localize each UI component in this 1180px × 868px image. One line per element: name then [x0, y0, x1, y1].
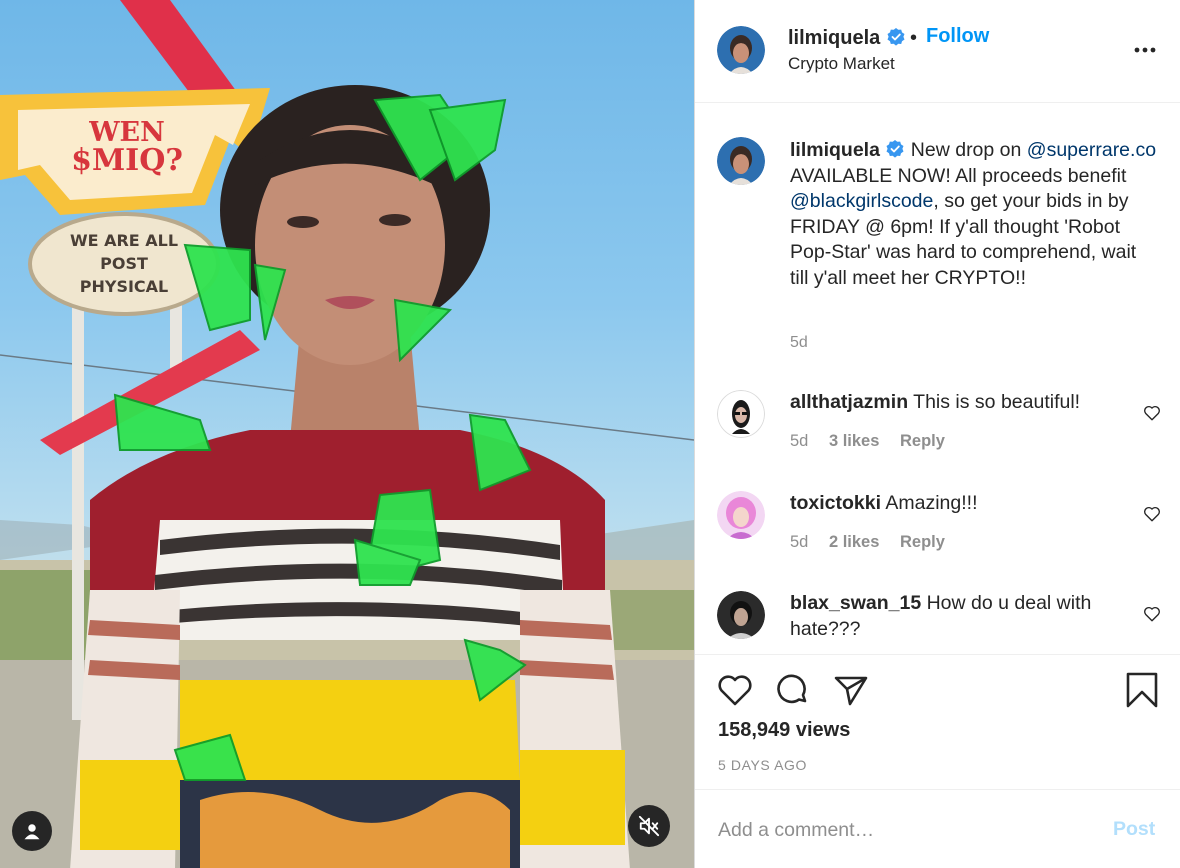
- sign-text-line5: PHYSICAL: [80, 277, 169, 296]
- comment-text: allthatjazmin This is so beautiful!: [790, 390, 1130, 416]
- comment-text: toxictokki Amazing!!!: [790, 491, 1130, 517]
- sign-text-line3: WE ARE ALL: [70, 231, 178, 250]
- sign-text-line4: POST: [100, 254, 148, 273]
- commenter-username[interactable]: toxictokki: [790, 492, 881, 514]
- verified-badge-icon: [886, 140, 904, 158]
- post-caption: lilmiquela New drop on @superrare.co AVA…: [790, 138, 1160, 291]
- comment-bubble-icon[interactable]: [774, 671, 812, 709]
- sign-text-line2: $MIQ?: [71, 143, 183, 178]
- comment-meta: 5d 3 likes Reply: [790, 432, 961, 451]
- commenter-avatar[interactable]: [717, 390, 765, 438]
- post-side-panel: lilmiquela • Follow Crypto Market lilmiq…: [694, 0, 1180, 868]
- comment-text: blax_swan_15 How do u deal with hate???: [790, 591, 1130, 642]
- post-timestamp[interactable]: 5 DAYS AGO: [718, 757, 807, 773]
- user-icon: [24, 824, 40, 840]
- post-header: lilmiquela • Follow Crypto Market: [695, 0, 1180, 103]
- caption-text: AVAILABLE NOW! All proceeds benefit: [790, 164, 1127, 187]
- tagged-users-button[interactable]: [12, 811, 52, 851]
- verified-badge-icon: [887, 28, 905, 46]
- mute-toggle-button[interactable]: [628, 805, 670, 847]
- post-media[interactable]: WEN $MIQ? WE ARE ALL POST PHYSICAL: [0, 0, 694, 868]
- commenter-avatar[interactable]: [717, 491, 765, 539]
- more-options-icon[interactable]: [1131, 36, 1159, 64]
- caption-author-avatar[interactable]: [717, 137, 765, 185]
- post-comment-button[interactable]: Post: [1113, 818, 1155, 841]
- caption-text: New drop on: [905, 139, 1027, 161]
- like-heart-icon[interactable]: [716, 671, 754, 709]
- caption-mention-link[interactable]: @blackgirlscode: [790, 190, 933, 212]
- comment-body: This is so beautiful!: [908, 391, 1081, 413]
- author-username-text[interactable]: lilmiquela: [788, 27, 880, 49]
- comment-body: Amazing!!!: [881, 492, 978, 514]
- save-bookmark-icon[interactable]: [1123, 671, 1161, 709]
- share-paper-plane-icon[interactable]: [832, 671, 870, 709]
- comment-likes-count[interactable]: 2 likes: [829, 533, 879, 551]
- comment-meta: 5d 2 likes Reply: [790, 533, 961, 552]
- commenter-username[interactable]: blax_swan_15: [790, 592, 921, 614]
- author-avatar[interactable]: [717, 26, 765, 74]
- comments-list[interactable]: lilmiquela New drop on @superrare.co AVA…: [695, 104, 1180, 654]
- comment-timestamp[interactable]: 5d: [790, 432, 808, 450]
- caption-mention-link[interactable]: @superrare.co: [1027, 139, 1156, 161]
- comment-likes-count[interactable]: 3 likes: [829, 432, 879, 450]
- author-username[interactable]: lilmiquela: [788, 27, 906, 50]
- comment-like-heart-icon[interactable]: [1143, 605, 1161, 623]
- comment-reply-button[interactable]: Reply: [900, 432, 945, 450]
- post-photo: WEN $MIQ? WE ARE ALL POST PHYSICAL: [0, 0, 694, 868]
- muted-speaker-icon: [638, 815, 660, 837]
- caption-timestamp[interactable]: 5d: [790, 334, 808, 352]
- follow-button[interactable]: Follow: [926, 25, 989, 48]
- comment-like-heart-icon[interactable]: [1143, 505, 1161, 523]
- post-location[interactable]: Crypto Market: [788, 54, 895, 74]
- commenter-username[interactable]: allthatjazmin: [790, 391, 908, 413]
- comment-like-heart-icon[interactable]: [1143, 404, 1161, 422]
- comment-input[interactable]: [718, 814, 1078, 846]
- post-actions: 158,949 views 5 DAYS AGO: [695, 654, 1180, 789]
- comment-timestamp[interactable]: 5d: [790, 533, 808, 551]
- add-comment-bar: Post: [695, 789, 1180, 868]
- comment-reply-button[interactable]: Reply: [900, 533, 945, 551]
- caption-username[interactable]: lilmiquela: [790, 139, 880, 161]
- view-count[interactable]: 158,949 views: [718, 719, 850, 742]
- commenter-avatar[interactable]: [717, 591, 765, 639]
- header-separator: •: [910, 27, 918, 49]
